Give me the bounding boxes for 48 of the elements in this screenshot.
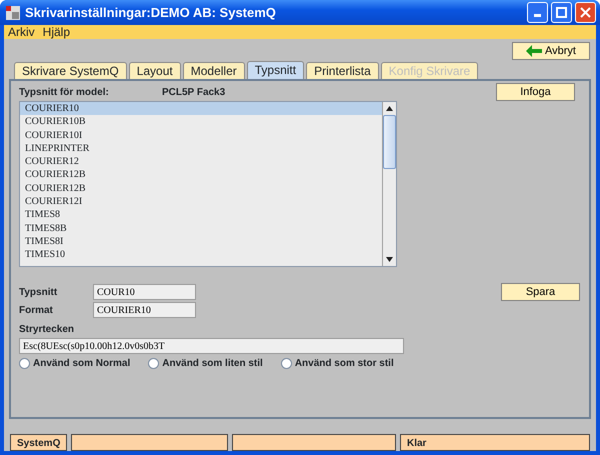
maximize-icon (556, 7, 567, 18)
tab[interactable]: Typsnitt (246, 61, 304, 79)
maximize-button[interactable] (551, 2, 572, 23)
app-icon (6, 6, 20, 20)
list-item[interactable]: TIMES8I (20, 234, 382, 248)
status-cell: SystemQ (10, 434, 67, 451)
radio-option[interactable]: Använd som liten stil (148, 356, 263, 371)
arrow-left-icon (526, 45, 542, 57)
close-button[interactable] (575, 2, 596, 23)
format-field[interactable]: COURIER10 (93, 302, 196, 318)
tab[interactable]: Layout (128, 62, 181, 79)
model-value: PCL5P Fack3 (162, 86, 226, 100)
radio-option[interactable]: Använd som stor stil (280, 356, 394, 371)
scroll-thumb[interactable] (383, 115, 396, 169)
list-item[interactable]: COURIER12I (20, 195, 382, 208)
model-label: Typsnitt för model: (19, 86, 110, 100)
tab[interactable]: Printerlista (306, 62, 379, 79)
control-label: Stryrtecken (19, 324, 74, 335)
scrollbar[interactable] (382, 102, 396, 266)
save-button[interactable]: Spara (501, 283, 580, 301)
list-item[interactable]: COURIER10B (20, 115, 382, 129)
typsnitt-label: Typsnitt (19, 286, 58, 300)
list-item[interactable]: TIMES10 (20, 248, 382, 262)
radio-option[interactable]: Använd som Normal (19, 356, 130, 371)
menu-item[interactable]: Arkiv (8, 25, 35, 39)
radio-button[interactable] (19, 358, 30, 369)
window-title: Skrivarinställningar:DEMO AB: SystemQ (25, 4, 276, 22)
list-item[interactable]: TIMES8 (20, 208, 382, 222)
control-field[interactable]: Esc(8UEsc(s0p10.00h12.0v0s0b3T (19, 338, 404, 354)
cancel-button[interactable]: Avbryt (512, 42, 590, 60)
list-item[interactable]: COURIER12 (20, 155, 382, 168)
list-item[interactable]: LINEPRINTER (20, 142, 382, 156)
radio-button[interactable] (148, 358, 160, 369)
close-icon (580, 7, 591, 18)
insert-button[interactable]: Infoga (496, 83, 575, 101)
format-label: Format (19, 304, 54, 318)
tab[interactable]: Skrivare SystemQ (14, 62, 127, 79)
minimize-button[interactable] (527, 2, 548, 23)
tab[interactable]: Modeller (182, 62, 245, 79)
radio-button[interactable] (280, 358, 292, 369)
list-item[interactable]: COURIER12B (20, 168, 382, 182)
menu-item[interactable]: Hjälp (42, 25, 70, 39)
typsnitt-field[interactable]: COUR10 (93, 284, 196, 300)
list-item[interactable]: COURIER12B (20, 182, 382, 196)
list-item[interactable]: COURIER10I (20, 128, 382, 142)
list-item[interactable]: COURIER10 (20, 102, 382, 116)
status-cell: Klar (400, 434, 590, 451)
list-item[interactable]: TIMES8B (20, 222, 382, 235)
